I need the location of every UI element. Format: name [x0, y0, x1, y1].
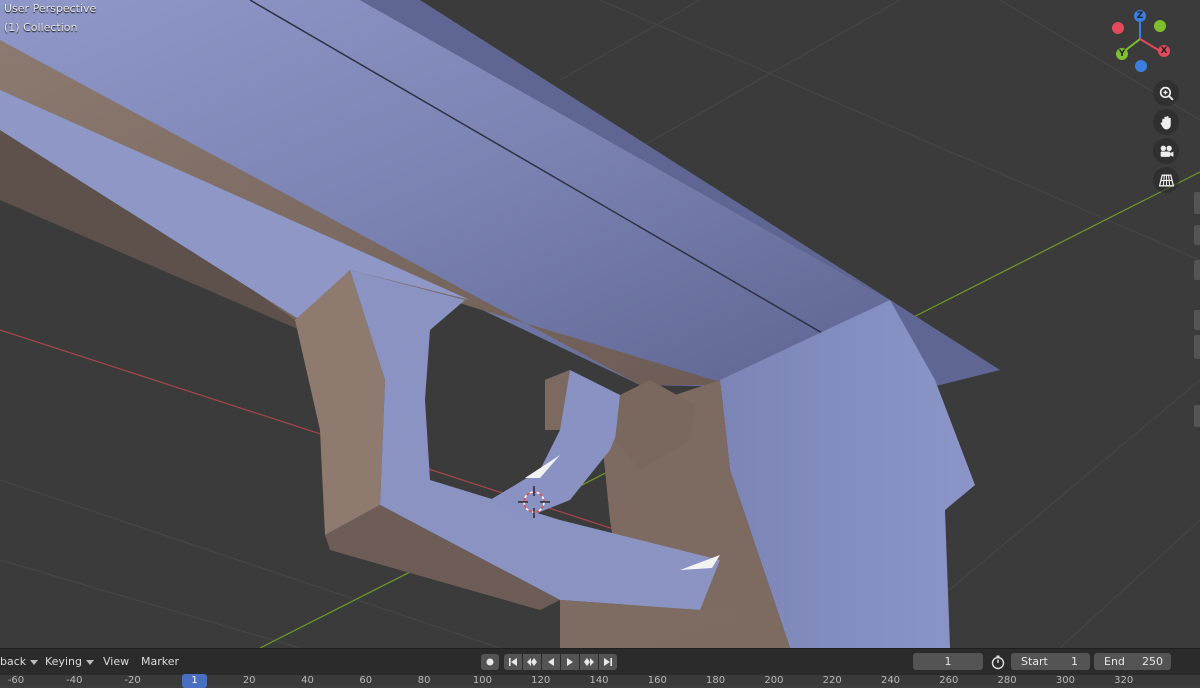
record-button[interactable]: [481, 654, 499, 670]
pan-button[interactable]: [1153, 109, 1179, 135]
play-icon: [567, 658, 573, 666]
prev-keyframe-button[interactable]: [523, 654, 541, 670]
playback-menu[interactable]: back: [0, 649, 39, 675]
play-reverse-icon: [548, 658, 554, 666]
ruler-tick-label: 260: [939, 675, 959, 685]
next-keyframe-button[interactable]: [580, 654, 598, 670]
chevron-down-icon: [30, 659, 39, 665]
ruler-tick-label: 80: [417, 675, 431, 685]
next-keyframe-icon: [584, 658, 594, 666]
3d-viewport[interactable]: User Perspective (1) Collection Z Y X: [0, 0, 1200, 648]
ruler-tick-label: 140: [589, 675, 609, 685]
record-icon: [486, 658, 494, 666]
gizmo-x-axis[interactable]: X: [1158, 45, 1170, 57]
chevron-down-icon: [85, 659, 94, 665]
ruler-tick-label: 60: [359, 675, 373, 685]
keying-menu-label: Keying: [45, 655, 82, 668]
jump-end-icon: [604, 658, 612, 666]
ruler-tick-label: 20: [242, 675, 256, 685]
ruler-tick-label: 160: [647, 675, 667, 685]
jump-end-button[interactable]: [599, 654, 617, 670]
hand-pan-icon: [1160, 115, 1171, 129]
grid-ortho-icon: [1158, 174, 1174, 186]
ruler-tick-label: 40: [301, 675, 314, 685]
sidebar-tabs[interactable]: [1194, 170, 1200, 430]
view-menu[interactable]: View: [103, 649, 129, 675]
end-frame-label: End: [1104, 655, 1125, 668]
perspective-label: User Perspective: [4, 2, 97, 15]
gizmo-z-axis[interactable]: Z: [1134, 10, 1146, 22]
sidebar-tab-item[interactable]: [1194, 192, 1200, 214]
ruler-tick-label: 200: [764, 675, 784, 685]
ruler-tick-label: 240: [880, 675, 901, 685]
playback-menu-label: back: [0, 655, 27, 668]
timeline-ruler[interactable]: -60 -40 -20 20 40 60 80 100 120 140 160 180 200 220 24…: [0, 675, 1200, 685]
sidebar-tab-extra[interactable]: [1194, 405, 1200, 427]
timer-icon[interactable]: [990, 654, 1006, 670]
current-frame-indicator[interactable]: 1: [182, 674, 207, 688]
gizmo-neg-y-axis[interactable]: [1154, 20, 1166, 32]
end-frame-field[interactable]: End 250: [1094, 653, 1171, 670]
end-frame-value: 250: [1142, 655, 1163, 668]
ruler-tick-label: 300: [1055, 675, 1075, 685]
sidebar-tab-tool[interactable]: [1194, 225, 1200, 245]
ruler-tick-label: -60: [7, 675, 25, 685]
marker-menu[interactable]: Marker: [141, 649, 179, 675]
sidebar-tab-create[interactable]: [1194, 335, 1200, 359]
zoom-button[interactable]: [1153, 80, 1179, 106]
timeline-header: back Keying View Marker 1 Start 1 End 25…: [0, 648, 1200, 675]
collection-label: (1) Collection: [4, 21, 78, 34]
camera-icon: [1160, 145, 1173, 157]
ruler-tick-label: 120: [531, 675, 551, 685]
sidebar-tab-edit[interactable]: [1194, 310, 1200, 330]
start-frame-label: Start: [1021, 655, 1048, 668]
gizmo-y-axis[interactable]: Y: [1116, 48, 1128, 60]
gizmo-neg-z-axis[interactable]: [1135, 60, 1147, 72]
jump-start-button[interactable]: [504, 654, 522, 670]
zoom-icon: [1159, 86, 1174, 101]
ruler-tick-label: -40: [66, 675, 83, 685]
ruler-tick-label: -20: [124, 675, 141, 685]
play-reverse-button[interactable]: [542, 654, 560, 670]
ruler-tick-label: 100: [472, 675, 492, 685]
sidebar-tab-view[interactable]: [1194, 260, 1200, 280]
ruler-tick-label: 320: [1114, 675, 1134, 685]
camera-view-button[interactable]: [1153, 138, 1179, 164]
ruler-tick-label: 280: [997, 675, 1017, 685]
ruler-tick-label: 220: [822, 675, 842, 685]
navigation-gizmo[interactable]: Z Y X: [1108, 6, 1174, 72]
gizmo-neg-x-axis[interactable]: [1112, 22, 1124, 34]
start-frame-field[interactable]: Start 1: [1011, 653, 1090, 670]
current-frame-field[interactable]: 1: [913, 653, 983, 670]
play-button[interactable]: [561, 654, 579, 670]
start-frame-value: 1: [1071, 655, 1078, 668]
viewport-scene: [0, 0, 1200, 648]
prev-keyframe-icon: [527, 658, 537, 666]
jump-start-icon: [509, 658, 517, 666]
ruler-tick-label: 180: [706, 675, 726, 685]
ortho-toggle-button[interactable]: [1153, 167, 1179, 193]
keying-menu[interactable]: Keying: [45, 649, 94, 675]
